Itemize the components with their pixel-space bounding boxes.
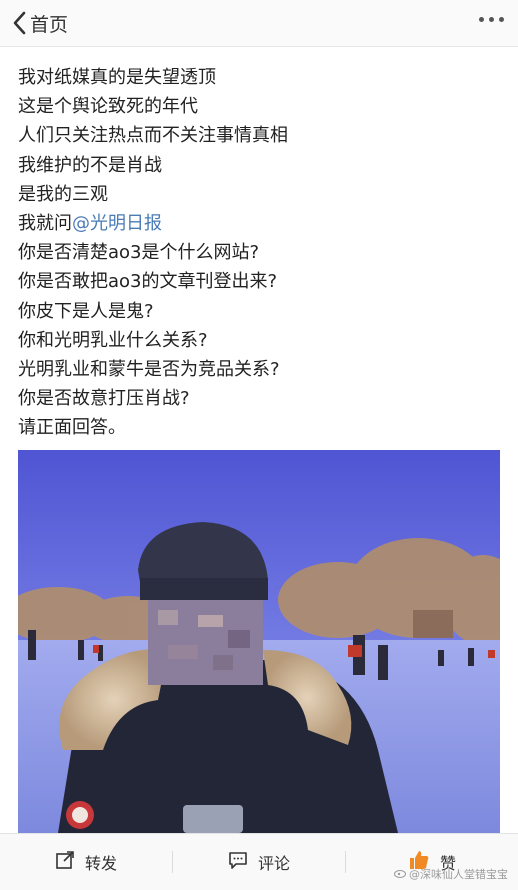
- watermark: @深味仙人堂错宝宝: [394, 866, 508, 882]
- post-line: 人们只关注热点而不关注事情真相: [18, 125, 288, 147]
- comment-icon: [228, 850, 248, 874]
- post-question: 你是否敢把ao3的文章刊登出来?: [18, 271, 278, 293]
- chevron-left-icon: [12, 11, 26, 35]
- back-label: 首页: [30, 13, 69, 36]
- weibo-logo-icon: [394, 868, 406, 881]
- comment-label: 评论: [257, 854, 290, 873]
- post-question: 你是否故意打压肖战?: [18, 388, 190, 410]
- mention-link[interactable]: @光明日报: [72, 213, 162, 234]
- post-question: 光明乳业和蒙牛是否为竞品关系?: [18, 359, 280, 381]
- post-line: 我维护的不是肖战: [18, 154, 162, 176]
- post-line: 我对纸媒真的是失望透顶: [18, 67, 216, 88]
- ask-prefix: 我就问: [18, 213, 72, 235]
- post-line: 是我的三观: [18, 183, 108, 205]
- watermark-text: @深味仙人堂错宝宝: [409, 868, 508, 881]
- post-line: 这是个舆论致死的年代: [18, 96, 198, 118]
- back-button[interactable]: 首页: [12, 8, 68, 38]
- top-nav-bar: 首页: [0, 0, 518, 47]
- post-question: 你和光明乳业什么关系?: [18, 329, 208, 351]
- post-question: 请正面回答。: [18, 417, 126, 439]
- comment-button[interactable]: 评论: [173, 834, 345, 890]
- post-photo[interactable]: [18, 450, 500, 833]
- more-options-icon[interactable]: [479, 17, 504, 22]
- post-body: 我对纸媒真的是失望透顶 这是个舆论致死的年代 人们只关注热点而不关注事情真相 我…: [18, 63, 508, 443]
- post-question: 你皮下是人是鬼?: [18, 300, 154, 322]
- post-line-mention: 我就问@光明日报: [18, 209, 508, 238]
- repost-icon: [55, 850, 75, 874]
- repost-label: 转发: [84, 854, 117, 873]
- repost-button[interactable]: 转发: [0, 834, 172, 890]
- post-question: 你是否清楚ao3是个什么网站?: [18, 242, 260, 264]
